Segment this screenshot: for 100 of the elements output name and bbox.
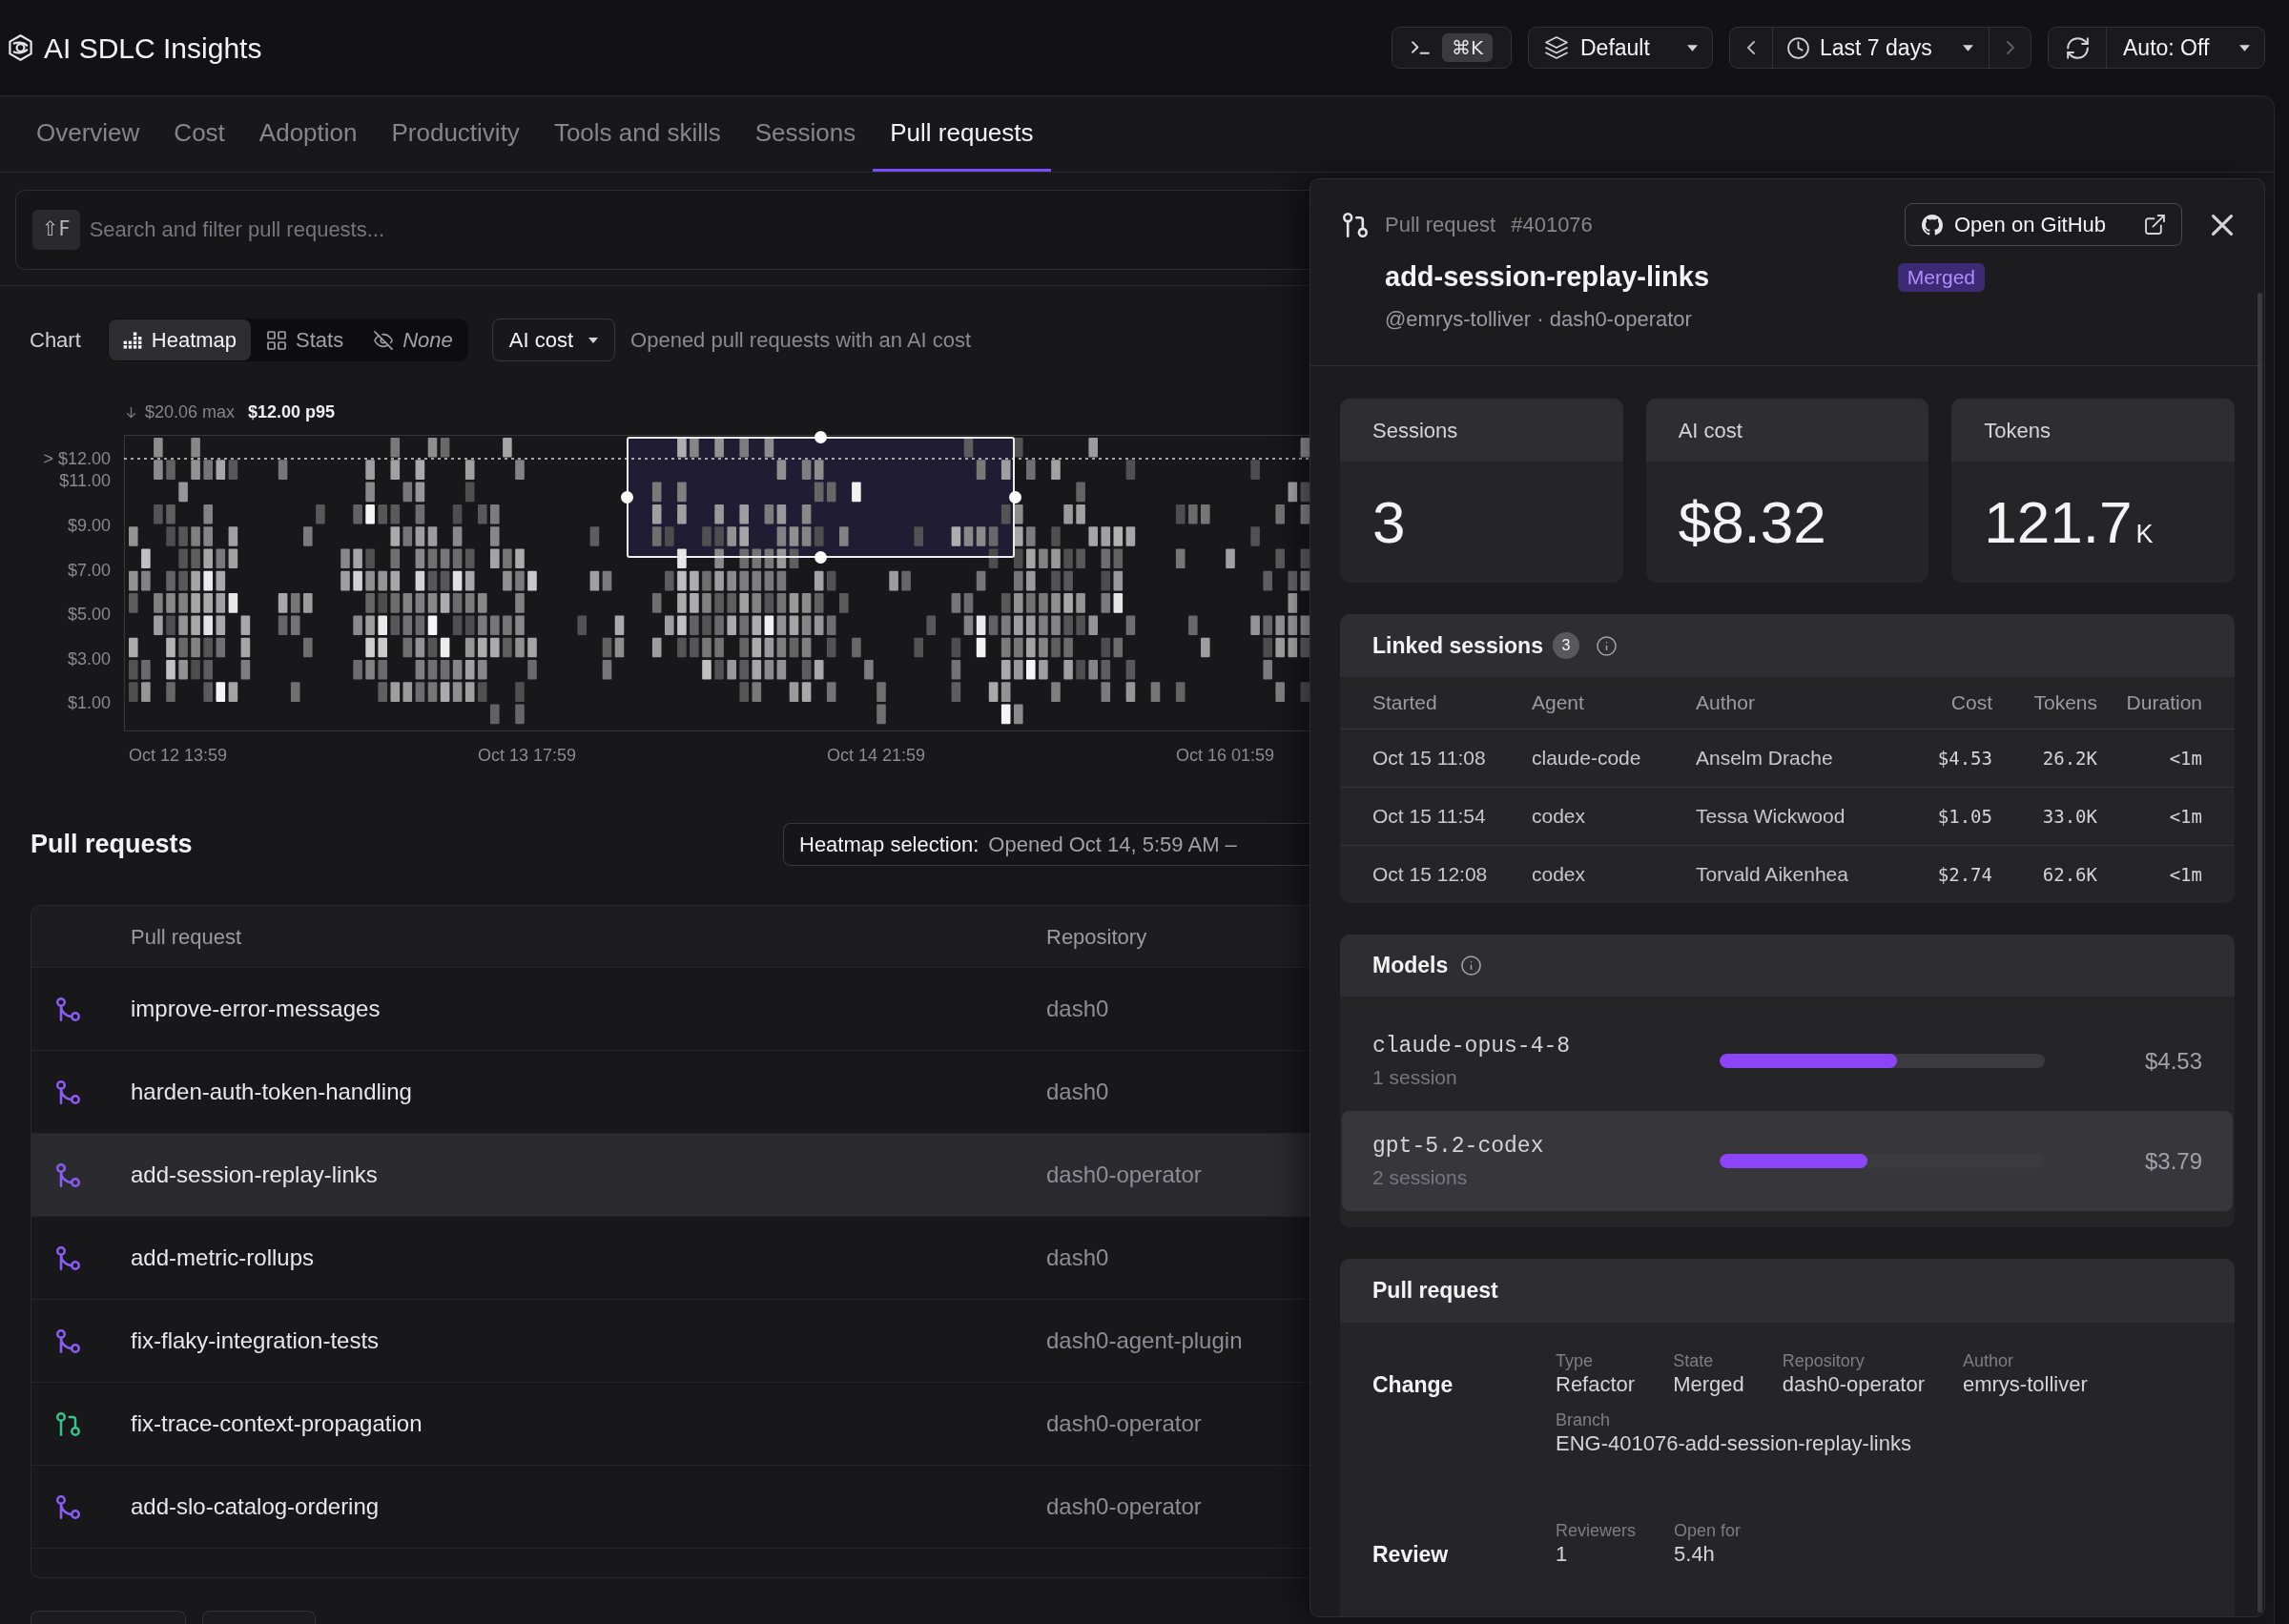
card-title: Linked sessions	[1372, 631, 1543, 660]
column-header: Repository	[1046, 923, 1147, 951]
repository-name: dash0-operator	[1046, 1409, 1202, 1438]
table-cell-text: <1m	[2168, 804, 2202, 829]
stat-value: 3	[1372, 488, 1406, 556]
tab[interactable]: Tools and skills	[536, 96, 738, 172]
table-cell-text: Oct 15 11:08	[1372, 746, 1487, 771]
tab[interactable]: Cost	[156, 96, 242, 172]
stat-value: 121.7	[1984, 488, 2133, 556]
shortcut-key: ⌘K	[1442, 33, 1494, 62]
model-name: claude-opus-4-8	[1372, 1032, 1571, 1059]
merge-icon	[56, 997, 80, 1021]
app-title: AI SDLC Insights	[44, 31, 262, 66]
table-cell-text: $4.53	[1936, 746, 1992, 771]
field-label: Reviewers	[1556, 1520, 1637, 1541]
arrow-down-icon	[127, 405, 135, 419]
grid-icon	[267, 330, 287, 350]
chart-label: Chart	[30, 327, 81, 354]
column-header: Author	[1696, 690, 1756, 716]
logo-icon	[9, 34, 32, 61]
pr-name: add-slo-catalog-ordering	[131, 1492, 381, 1521]
search-field[interactable]: Search and filter pull requests...	[89, 209, 1309, 251]
chart-mode-button[interactable]: None	[360, 319, 467, 360]
time-range-dropdown[interactable]: Last 7 days	[1773, 28, 1989, 68]
table-cell-text: claude-code	[1532, 746, 1642, 771]
tab[interactable]: Productivity	[374, 96, 537, 172]
axis-label: $1.00	[67, 692, 111, 714]
max-value: $20.06 max	[145, 401, 236, 423]
field-value: Merged	[1673, 1371, 1744, 1398]
tab[interactable]: Overview	[19, 96, 157, 172]
info-icon	[1596, 635, 1617, 656]
chevron-left-icon	[1747, 41, 1755, 54]
chart-mode-button[interactable]: Stats	[253, 319, 359, 360]
tab[interactable]: Adoption	[241, 96, 375, 172]
pr-name: harden-auth-token-handling	[131, 1078, 413, 1106]
metric-dropdown[interactable]: AI cost	[491, 319, 616, 361]
pr-title: add-session-replay-links	[1385, 260, 1710, 295]
stat-value: $8.32	[1678, 488, 1826, 556]
repository-name: dash0	[1046, 1244, 1109, 1272]
caret-down-icon	[1687, 44, 1698, 51]
section-title: Pull requests	[31, 829, 193, 861]
caret-down-icon	[588, 337, 599, 343]
field-label: Type	[1556, 1350, 1594, 1371]
chevron-right-icon	[2006, 41, 2014, 54]
chart-description: Opened pull requests with an AI cost	[630, 327, 972, 354]
table-cell-text: codex	[1532, 804, 1587, 830]
field-label: Open for	[1674, 1520, 1742, 1541]
chart-mode-button[interactable]: Heatmap	[108, 319, 252, 360]
section-label: Change	[1372, 1372, 1454, 1397]
tab[interactable]: Sessions	[737, 96, 874, 172]
scrollbar-thumb[interactable]	[2258, 293, 2262, 1613]
model-name: gpt-5.2-codex	[1372, 1132, 1544, 1160]
field-value: 5.4h	[1674, 1541, 1715, 1568]
table-cell-text: $1.05	[1936, 804, 1992, 829]
column-header: Pull request	[131, 923, 243, 951]
drawer-label: Pull request	[1385, 212, 1496, 238]
search-bar[interactable]: ⇧F Search and filter pull requests...	[15, 190, 1309, 270]
pull-request-icon	[1343, 211, 1368, 238]
axis-label: Oct 12 13:59	[129, 746, 228, 765]
merge-icon	[56, 1328, 80, 1353]
section-label: Review	[1372, 1542, 1449, 1567]
caret-down-icon	[2239, 44, 2250, 51]
table-cell-text: Tessa Wickwood	[1696, 804, 1846, 830]
field-label: Author	[1962, 1350, 2013, 1371]
pr-name: fix-flaky-integration-tests	[131, 1326, 381, 1355]
auto-refresh-dropdown[interactable]: Auto: Off	[2107, 28, 2264, 68]
merge-icon	[56, 1494, 80, 1519]
field-label: Branch	[1556, 1409, 1611, 1430]
stat-label: AI cost	[1678, 417, 1743, 444]
selection-filter-chip[interactable]: Heatmap selection: Opened Oct 14, 5:59 AM –	[783, 823, 1309, 866]
pr-name: add-metric-rollups	[131, 1244, 316, 1272]
axis-label: $5.00	[67, 604, 111, 626]
axis-label: $3.00	[67, 648, 111, 669]
session-count: 2 sessions	[1372, 1164, 1468, 1190]
axis-label: Oct 14 21:59	[827, 746, 926, 765]
tab[interactable]: Pull requests	[873, 96, 1051, 172]
repository-name: dash0-operator	[1046, 1492, 1202, 1521]
field-value: 1	[1556, 1541, 1568, 1568]
stat-label: Sessions	[1372, 417, 1458, 444]
eye-off-icon	[374, 330, 394, 350]
table-cell-text: <1m	[2168, 746, 2202, 771]
field-value: Refactor	[1556, 1371, 1636, 1398]
table-row[interactable]: add-session-replay-links dash0-operator	[31, 1133, 1309, 1216]
column-header: Tokens	[2032, 690, 2097, 716]
view-dropdown[interactable]: Default	[1528, 27, 1713, 69]
info-icon	[1461, 956, 1482, 976]
repository-name: dash0	[1046, 995, 1109, 1023]
field-value: emrys-tolliver	[1962, 1371, 2088, 1398]
external-link-icon	[2145, 215, 2165, 235]
pr-name: improve-error-messages	[131, 995, 382, 1023]
repository-name: dash0-operator	[1046, 1161, 1202, 1189]
field-label: State	[1673, 1350, 1714, 1371]
selection-box[interactable]	[627, 437, 1015, 558]
table-cell-text: <1m	[2168, 862, 2202, 887]
pr-name: fix-trace-context-propagation	[131, 1409, 423, 1438]
card-title: Pull request	[1372, 1277, 1498, 1305]
stat-unit: K	[2135, 518, 2154, 550]
close-icon	[2212, 214, 2233, 236]
open-on-github-button[interactable]: Open on GitHub	[1905, 203, 2182, 246]
command-palette-button[interactable]: ⌘K	[1392, 27, 1512, 69]
